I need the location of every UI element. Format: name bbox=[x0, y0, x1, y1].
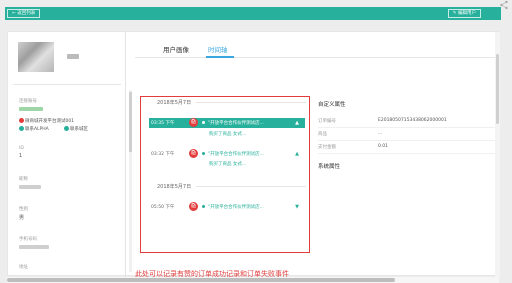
event-title: "开放平台合作伙伴测试店... bbox=[208, 121, 264, 126]
timeline-event[interactable]: 05:50 下午 🛍 "开放平台合作伙伴测试店... ▼ bbox=[149, 202, 305, 212]
share-icon[interactable] bbox=[499, 0, 509, 10]
app-window: ← 返回列表 ✎ 编辑用户 连接账号 微商城开发平台测试001 联系ALPHA bbox=[0, 0, 512, 283]
event-time: 03:32 下午 bbox=[151, 152, 175, 157]
tag-item[interactable]: 联系ALPHA bbox=[19, 126, 49, 132]
timeline-event[interactable]: 03:35 下午 🛍 "开放平台合作伙伴测试店... ▲ bbox=[149, 118, 305, 128]
timeline-highlight-box: 2018年5月7日 03:35 下午 🛍 "开放平台合作伙伴测试店... ▲ 购… bbox=[140, 96, 310, 253]
bullet-icon bbox=[202, 205, 205, 208]
bullet-icon bbox=[202, 152, 205, 155]
system-properties-title: 系统属性 bbox=[318, 164, 341, 170]
chevron-down-icon[interactable]: ▼ bbox=[295, 204, 299, 210]
divider bbox=[13, 84, 121, 85]
gender-value: 男 bbox=[19, 215, 25, 221]
event-title: "开放平台合作伙伴测试店... bbox=[208, 152, 264, 157]
edit-user-button[interactable]: ✎ 编辑用户 bbox=[447, 9, 481, 18]
timeline-date: 2018年5月7日 bbox=[157, 100, 192, 106]
property-row: 订单编号 E20180507153438062000001 bbox=[318, 115, 498, 128]
top-toolbar: ← 返回列表 ✎ 编辑用户 bbox=[5, 7, 501, 20]
sidebar-scrollbar-thumb[interactable] bbox=[129, 92, 132, 152]
tab-user-profile[interactable]: 用户画像 bbox=[163, 44, 189, 54]
event-time: 03:35 下午 bbox=[151, 121, 175, 126]
bullet-icon bbox=[202, 121, 205, 124]
property-row: 商品 ... bbox=[318, 128, 498, 141]
avatar bbox=[18, 42, 54, 72]
tag-dot-icon bbox=[64, 126, 69, 131]
field-address: 地址 bbox=[19, 265, 28, 270]
custom-properties-title: 自定义属性 bbox=[318, 102, 346, 108]
profile-sidebar: 连接账号 微商城开发平台测试001 联系ALPHA 联系城区 ID 1 昵称 性… bbox=[8, 32, 126, 277]
field-nickname: 昵称 bbox=[19, 176, 41, 189]
divider bbox=[196, 186, 306, 187]
id-value: 1 bbox=[19, 153, 23, 159]
chevron-up-icon[interactable]: ▲ bbox=[295, 151, 299, 157]
order-icon: 🛍 bbox=[189, 202, 198, 211]
horizontal-scrollbar[interactable] bbox=[7, 277, 499, 283]
connected-account-value bbox=[19, 107, 43, 111]
user-detail-panel: 连接账号 微商城开发平台测试001 联系ALPHA 联系城区 ID 1 昵称 性… bbox=[7, 31, 500, 278]
content-scrollbar[interactable] bbox=[495, 32, 500, 277]
tag-item[interactable]: 微商城开发平台测试001 bbox=[19, 118, 74, 124]
back-to-list-button[interactable]: ← 返回列表 bbox=[7, 9, 41, 18]
active-tab-indicator bbox=[206, 56, 234, 58]
profile-name bbox=[67, 54, 79, 59]
tag-dot-icon bbox=[19, 126, 24, 131]
timeline-date: 2018年5月7日 bbox=[157, 184, 192, 190]
property-row: 支付金额 0.01 bbox=[318, 141, 498, 154]
tab-timeline[interactable]: 时间轴 bbox=[208, 44, 228, 54]
content-scrollbar-thumb[interactable] bbox=[496, 54, 499, 124]
field-connected-account: 连接账号 bbox=[19, 98, 67, 111]
horizontal-scrollbar-thumb[interactable] bbox=[7, 278, 395, 282]
order-icon: 🛍 bbox=[189, 149, 198, 158]
main-content: 用户画像 时间轴 2018年5月7日 03:35 下午 🛍 "开放平台合作伙伴测… bbox=[135, 32, 500, 278]
tab-bar: 用户画像 时间轴 bbox=[135, 32, 500, 58]
nickname-value bbox=[19, 185, 41, 189]
event-detail: 购买了商品 女式... bbox=[209, 162, 247, 167]
field-phone: 手机号码 bbox=[19, 236, 49, 249]
chevron-up-icon[interactable]: ▲ bbox=[295, 120, 299, 126]
phone-value bbox=[19, 245, 49, 249]
tag-item[interactable]: 联系城区 bbox=[64, 126, 88, 132]
field-id: ID 1 bbox=[19, 146, 24, 159]
event-time: 05:50 下午 bbox=[151, 205, 175, 210]
field-gender: 性别 男 bbox=[19, 207, 28, 221]
event-properties: 自定义属性 订单编号 E20180507153438062000001 商品 .… bbox=[318, 100, 498, 170]
event-title: "开放平台合作伙伴测试店... bbox=[208, 205, 264, 210]
order-icon: 🛍 bbox=[189, 118, 198, 127]
timeline-event[interactable]: 03:32 下午 🛍 "开放平台合作伙伴测试店... ▲ bbox=[149, 149, 305, 159]
sidebar-scrollbar[interactable] bbox=[129, 90, 132, 272]
tag-dot-icon bbox=[19, 118, 24, 123]
event-detail: 购买了商品 女式... bbox=[209, 132, 247, 137]
divider bbox=[196, 102, 306, 103]
